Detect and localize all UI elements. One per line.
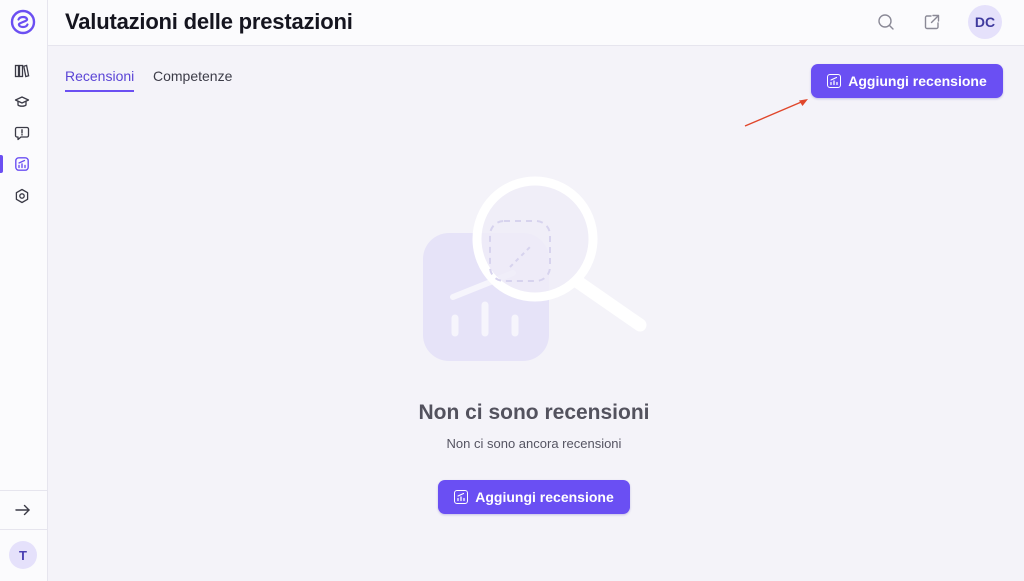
search-icon[interactable] [876,12,896,32]
sidebar-divider [0,490,48,491]
user-avatar[interactable]: DC [968,5,1002,39]
empty-state-add-review-button[interactable]: Aggiungi recensione [438,480,630,514]
empty-state-subtitle: Non ci sono ancora recensioni [446,436,622,451]
performance-chart-icon [827,74,842,88]
settings-hexagon-icon[interactable] [12,186,32,206]
tab-recensioni[interactable]: Recensioni [65,68,135,92]
top-bar: Valutazioni delle prestazioni DC [48,0,1024,46]
add-review-button[interactable]: Aggiungi recensione [811,64,1003,98]
tab-competenze[interactable]: Competenze [153,68,232,90]
graduation-cap-icon[interactable] [12,92,32,112]
performance-chart-icon[interactable] [12,154,32,174]
external-link-icon[interactable] [922,12,942,32]
sidebar: T [0,0,48,581]
empty-reviews-magnifier-illustration [423,176,647,361]
performance-chart-icon [454,490,469,504]
active-indicator [0,155,3,173]
expand-sidebar-arrow-icon[interactable] [12,500,34,520]
empty-state-button-label: Aggiungi recensione [475,489,614,505]
workspace-avatar[interactable]: T [9,541,37,569]
feedback-icon[interactable] [12,123,32,143]
annotation-arrow-icon [744,99,808,127]
empty-state-title: Non ci sono recensioni [418,401,650,424]
library-icon[interactable] [12,61,32,81]
page-title: Valutazioni delle prestazioni [65,9,353,34]
app-logo-icon[interactable] [10,9,36,35]
add-review-button-label: Aggiungi recensione [848,73,987,89]
sidebar-divider [0,529,48,530]
